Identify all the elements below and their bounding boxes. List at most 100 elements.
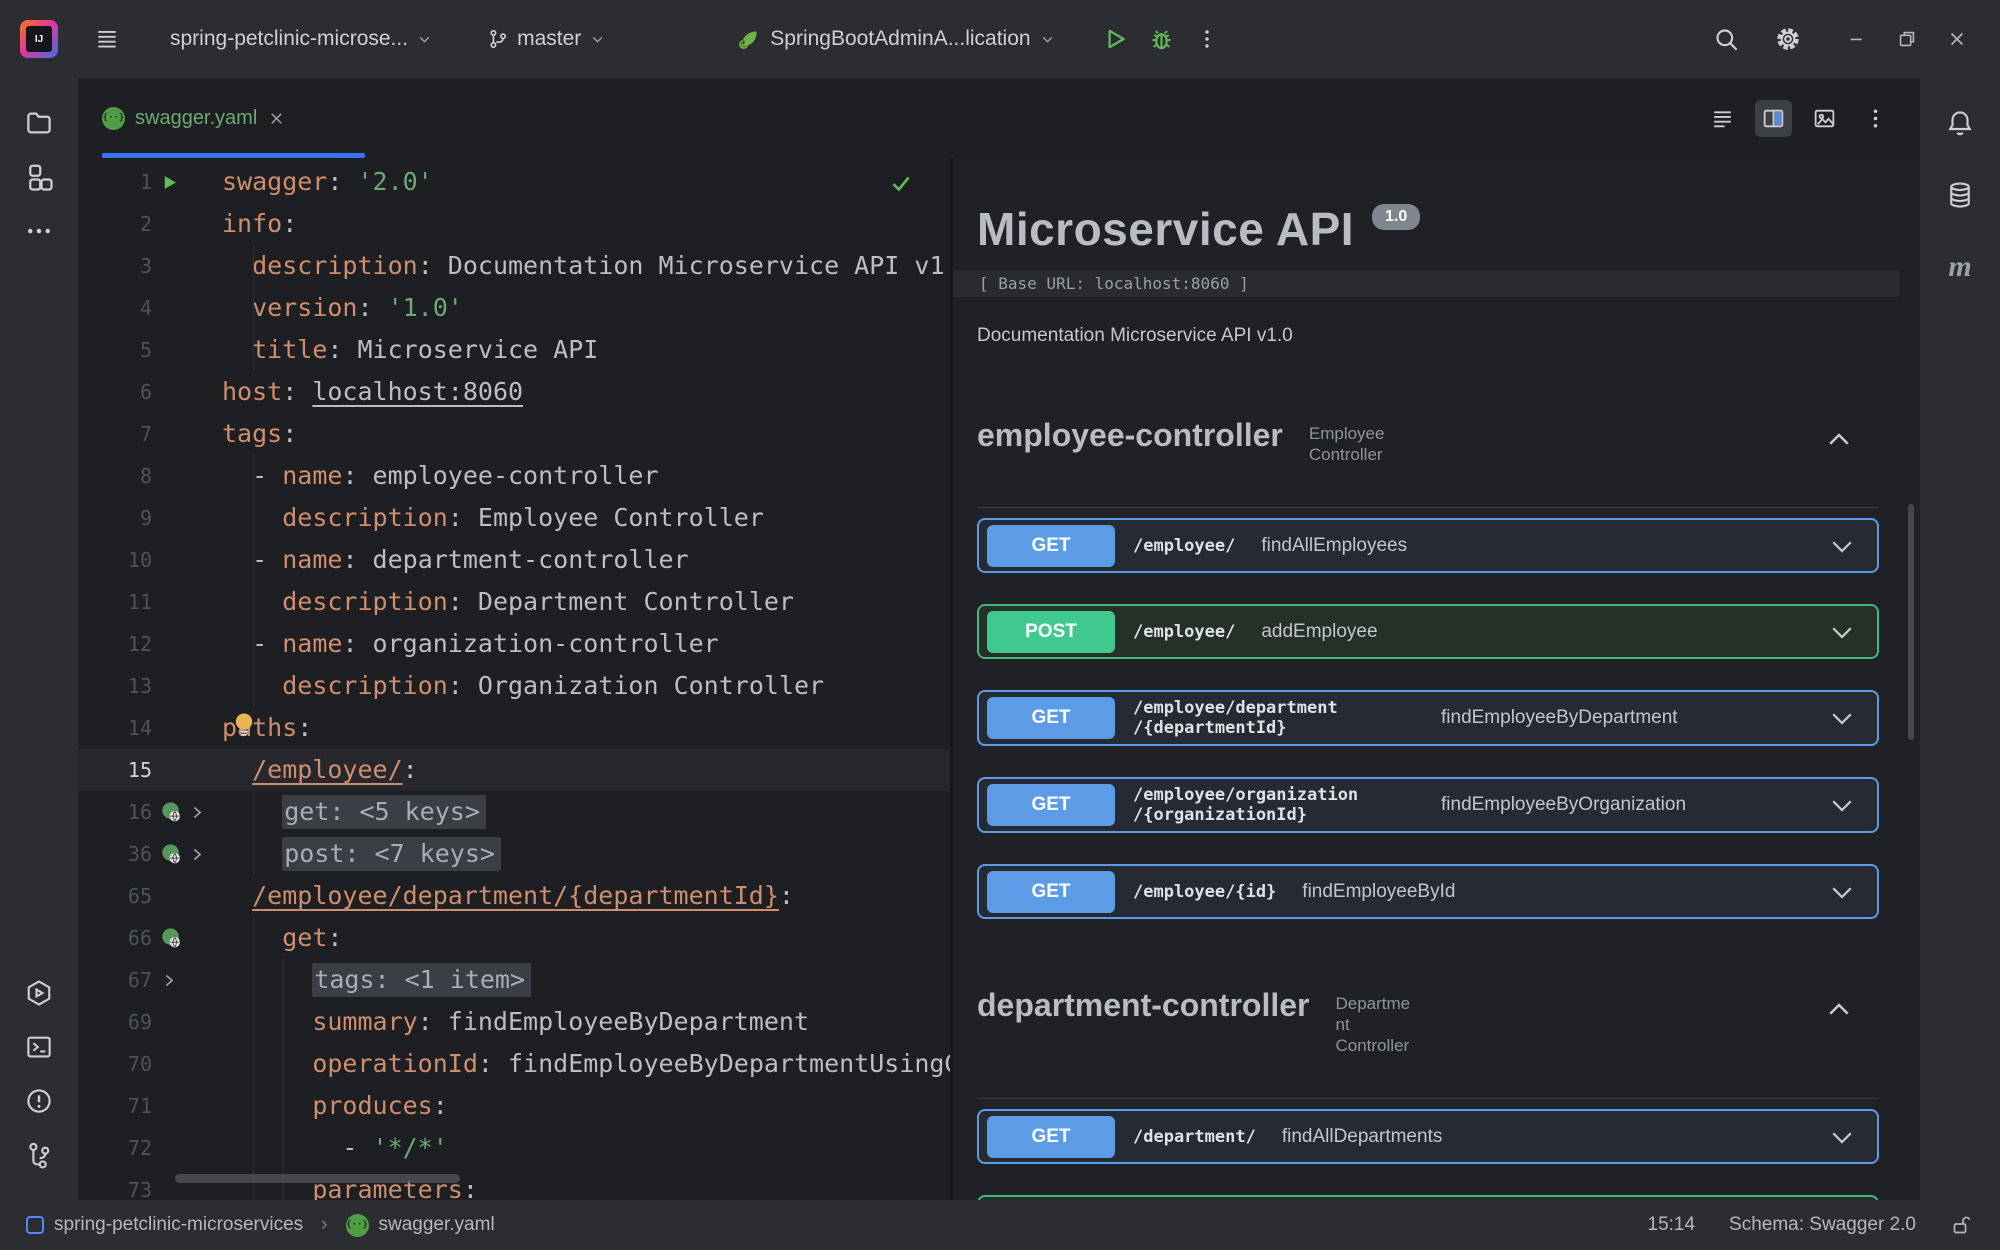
more-tool-windows-button[interactable] — [24, 204, 54, 258]
code-line-8[interactable]: 8 - name: employee-controller — [78, 455, 950, 497]
code-line-5[interactable]: 5 title: Microservice API — [78, 329, 950, 371]
line-number: 7 — [78, 422, 152, 446]
debug-button[interactable] — [1138, 18, 1185, 61]
section-header-employee-controller[interactable]: employee-controllerEmployee Controller — [977, 417, 1920, 465]
more-actions-button[interactable] — [1185, 19, 1229, 59]
search-everywhere-button[interactable] — [1703, 18, 1750, 61]
bug-icon — [1148, 26, 1175, 53]
fold-chevron-icon[interactable] — [188, 846, 205, 863]
code-line-11[interactable]: 11 description: Department Controller — [78, 581, 950, 623]
expand-endpoint-chevron-icon[interactable] — [1827, 531, 1857, 561]
http-endpoint-globe-icon[interactable] — [160, 843, 183, 866]
chevron-down-icon — [1039, 31, 1056, 48]
code-line-7[interactable]: 7tags: — [78, 413, 950, 455]
ellipsis-icon — [24, 216, 54, 246]
minimize-window-button[interactable] — [1832, 20, 1882, 58]
tab-swagger-yaml[interactable]: swagger.yaml — [84, 78, 304, 158]
gutter: 66 — [78, 917, 222, 959]
breadcrumb-file[interactable]: swagger.yaml — [379, 1214, 495, 1236]
section-header-department-controller[interactable]: department-controllerDepartme nt Control… — [977, 987, 1920, 1056]
project-tool-button[interactable] — [24, 96, 54, 150]
editor-horizontal-scrollbar[interactable] — [175, 1174, 460, 1183]
fold-chevron-icon[interactable] — [188, 804, 205, 821]
line-number: 12 — [78, 632, 152, 656]
code-line-14[interactable]: 14paths: — [78, 707, 950, 749]
module-icon — [26, 1216, 44, 1234]
code-line-65[interactable]: 65 /employee/department/{departmentId}: — [78, 875, 950, 917]
maven-tool-button[interactable]: m — [1948, 238, 1971, 296]
http-endpoint-globe-icon[interactable] — [160, 927, 183, 950]
view-editor-and-preview-button[interactable] — [1755, 100, 1792, 137]
database-tool-button[interactable] — [1945, 168, 1975, 222]
maximize-window-button[interactable] — [1882, 20, 1932, 58]
endpoint-row-get-findEmployeeByDepartment[interactable]: GET/employee/department/{departmentId}fi… — [977, 690, 1879, 746]
fold-chevron-icon[interactable] — [160, 972, 177, 989]
code-text: description: Organization Controller — [222, 665, 950, 707]
view-preview-only-button[interactable] — [1806, 100, 1843, 137]
close-tab-icon[interactable] — [267, 109, 286, 128]
http-endpoint-globe-icon[interactable] — [160, 801, 183, 824]
code-line-69[interactable]: 69 summary: findEmployeeByDepartment — [78, 1001, 950, 1043]
endpoint-row-get-findAllDepartments[interactable]: GET/department/findAllDepartments — [977, 1109, 1879, 1164]
collapse-section-chevron-icon[interactable] — [1824, 425, 1854, 455]
code-line-3[interactable]: 3 description: Documentation Microservic… — [78, 245, 950, 287]
run-configuration-selector[interactable]: SpringBootAdminA...lication — [726, 18, 1065, 60]
inspections-ok-icon[interactable] — [888, 170, 914, 196]
intention-lightbulb-icon[interactable] — [230, 710, 258, 738]
code-line-6[interactable]: 6host: localhost:8060 — [78, 371, 950, 413]
breadcrumb-project[interactable]: spring-petclinic-microservices — [54, 1214, 303, 1236]
schema-selector[interactable]: Schema: Swagger 2.0 — [1729, 1214, 1916, 1236]
gutter: 65 — [78, 875, 222, 917]
breadcrumb[interactable]: spring-petclinic-microservices › swagger… — [26, 1214, 495, 1237]
endpoint-row-get-findEmployeeById[interactable]: GET/employee/{id}findEmployeeById — [977, 864, 1879, 919]
project-selector[interactable]: spring-petclinic-microse... — [160, 19, 443, 59]
code-line-67[interactable]: 67 tags: <1 item> — [78, 959, 950, 1001]
gutter: 70 — [78, 1043, 222, 1085]
code-line-66[interactable]: 66 get: — [78, 917, 950, 959]
expand-endpoint-chevron-icon[interactable] — [1827, 617, 1857, 647]
structure-tool-button[interactable] — [24, 150, 54, 204]
code-line-15[interactable]: 15 /employee/: — [78, 749, 950, 791]
gutter: 71 — [78, 1085, 222, 1127]
problems-tool-button[interactable] — [24, 1074, 54, 1128]
services-tool-button[interactable] — [24, 966, 54, 1020]
close-icon — [1946, 28, 1968, 50]
code-line-10[interactable]: 10 - name: department-controller — [78, 539, 950, 581]
api-title: Microservice API — [977, 202, 1354, 256]
notifications-button[interactable] — [1945, 96, 1975, 150]
code-line-13[interactable]: 13 description: Organization Controller — [78, 665, 950, 707]
collapse-section-chevron-icon[interactable] — [1824, 995, 1854, 1025]
preview-scrollbar[interactable] — [1908, 504, 1914, 740]
code-line-70[interactable]: 70 operationId: findEmployeeByDepartment… — [78, 1043, 950, 1085]
code-line-9[interactable]: 9 description: Employee Controller — [78, 497, 950, 539]
endpoint-row-get-findEmployeeByOrganization[interactable]: GET/employee/organization/{organizationI… — [977, 777, 1879, 833]
endpoint-row-get-findAllEmployees[interactable]: GET/employee/findAllEmployees — [977, 518, 1879, 573]
code-line-36[interactable]: 36 post: <7 keys> — [78, 833, 950, 875]
editor-more-options-button[interactable] — [1857, 100, 1894, 137]
main-menu-button[interactable] — [84, 18, 130, 60]
run-line-icon[interactable] — [160, 173, 179, 192]
code-line-72[interactable]: 72 - '*/*' — [78, 1127, 950, 1169]
terminal-tool-button[interactable] — [24, 1020, 54, 1074]
expand-endpoint-chevron-icon[interactable] — [1827, 877, 1857, 907]
code-line-1[interactable]: 1swagger: '2.0' — [78, 161, 950, 203]
code-line-2[interactable]: 2info: — [78, 203, 950, 245]
code-line-16[interactable]: 16 get: <5 keys> — [78, 791, 950, 833]
code-line-4[interactable]: 4 version: '1.0' — [78, 287, 950, 329]
endpoint-row-partial[interactable] — [977, 1195, 1879, 1200]
unlock-icon[interactable] — [1950, 1213, 1974, 1237]
code-line-12[interactable]: 12 - name: organization-controller — [78, 623, 950, 665]
endpoint-row-post-addEmployee[interactable]: POST/employee/addEmployee — [977, 604, 1879, 659]
expand-endpoint-chevron-icon[interactable] — [1827, 790, 1857, 820]
branch-selector[interactable]: master — [477, 19, 616, 59]
settings-button[interactable] — [1764, 17, 1812, 61]
database-icon — [1945, 180, 1975, 210]
view-editor-only-button[interactable] — [1704, 100, 1741, 137]
code-line-71[interactable]: 71 produces: — [78, 1085, 950, 1127]
run-button[interactable] — [1092, 18, 1138, 60]
expand-endpoint-chevron-icon[interactable] — [1827, 703, 1857, 733]
code-editor[interactable]: 1swagger: '2.0'2info:3 description: Docu… — [78, 158, 953, 1200]
close-window-button[interactable] — [1932, 20, 1982, 58]
expand-endpoint-chevron-icon[interactable] — [1827, 1122, 1857, 1152]
git-tool-button[interactable] — [24, 1128, 54, 1182]
